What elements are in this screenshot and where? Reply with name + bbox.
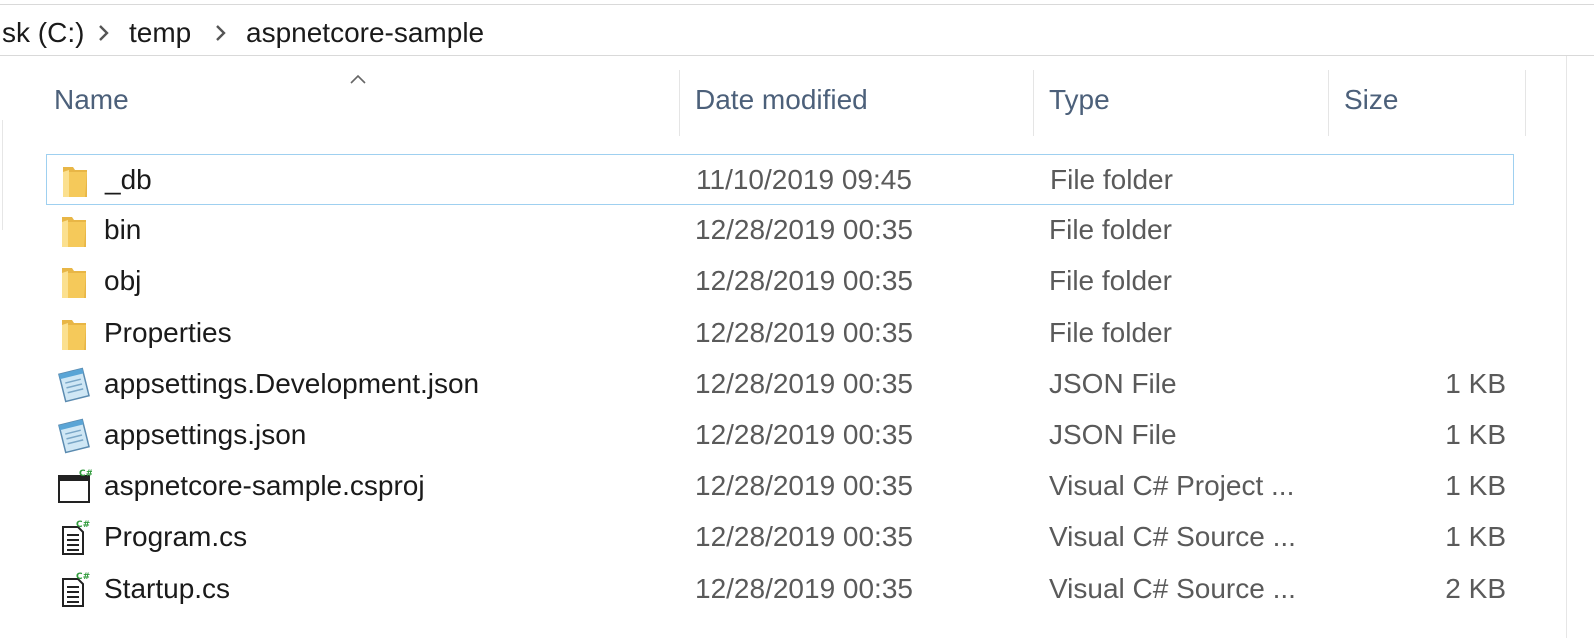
file-name[interactable]: obj xyxy=(104,264,141,298)
breadcrumb-temp[interactable]: temp xyxy=(129,17,191,49)
csproj-icon: C# xyxy=(56,467,92,507)
file-row[interactable]: obj 12/28/2019 00:35 File folder xyxy=(46,256,1514,307)
file-date-modified: 12/28/2019 00:35 xyxy=(695,419,913,450)
file-type: File folder xyxy=(1049,214,1172,246)
file-date-modified: 12/28/2019 00:35 xyxy=(695,367,913,399)
column-header-date-modified[interactable]: Date modified xyxy=(695,84,868,116)
file-size: 1 KB xyxy=(1445,367,1506,399)
breadcrumb-current-folder[interactable]: aspnetcore-sample xyxy=(246,17,484,49)
file-date-modified: 12/28/2019 00:35 xyxy=(695,316,913,348)
file-date-modified: 12/28/2019 00:35 xyxy=(695,214,913,246)
column-divider[interactable] xyxy=(1328,70,1329,136)
cs-file-icon: C# xyxy=(56,518,92,558)
file-name[interactable]: bin xyxy=(104,213,141,247)
file-row[interactable]: appsettings.json 12/28/2019 00:35 JSON Fil… xyxy=(46,410,1514,461)
breadcrumb-drive[interactable]: sk (C:) xyxy=(2,17,84,49)
notepad-icon xyxy=(56,365,92,405)
svg-text:C#: C# xyxy=(76,572,90,582)
folder-icon xyxy=(56,211,92,251)
file-name[interactable]: Program.cs xyxy=(104,520,247,554)
file-name[interactable]: _db xyxy=(105,163,152,197)
folder-icon xyxy=(56,314,92,354)
file-size: 1 KB xyxy=(1445,521,1506,553)
file-type: Visual C# Source ... xyxy=(1049,572,1296,604)
file-type: File folder xyxy=(1049,265,1172,297)
file-type: JSON File xyxy=(1049,419,1177,450)
column-divider[interactable] xyxy=(679,70,680,136)
pane-divider xyxy=(1566,56,1567,638)
file-row[interactable]: C# Startup.cs 12/28/2019 00:35 Visual C# So… xyxy=(46,564,1514,615)
file-row[interactable]: _db 11/10/2019 09:45 File folder xyxy=(46,154,1514,205)
pane-divider xyxy=(2,120,3,230)
file-size: 2 KB xyxy=(1445,572,1506,604)
address-bar[interactable]: sk (C:) temp aspnetcore-sample xyxy=(0,4,1594,56)
column-header-size[interactable]: Size xyxy=(1344,84,1398,116)
sort-ascending-icon xyxy=(348,72,368,84)
file-name[interactable]: aspnetcore-sample.csproj xyxy=(104,469,425,503)
column-divider[interactable] xyxy=(1033,70,1034,136)
file-size: 1 KB xyxy=(1445,470,1506,502)
file-row[interactable]: appsettings.Development.json 12/28/2019 0… xyxy=(46,359,1514,410)
column-divider[interactable] xyxy=(1525,70,1526,136)
cs-file-icon: C# xyxy=(56,570,92,610)
file-type: Visual C# Source ... xyxy=(1049,521,1296,553)
file-row[interactable]: C# Program.cs 12/28/2019 00:35 Visual C# So… xyxy=(46,512,1514,563)
file-row[interactable]: Properties 12/28/2019 00:35 File folder xyxy=(46,308,1514,359)
chevron-right-icon[interactable] xyxy=(97,23,111,43)
file-type: Visual C# Project ... xyxy=(1049,470,1295,502)
file-type: File folder xyxy=(1049,316,1172,348)
folder-icon xyxy=(57,161,93,201)
file-name[interactable]: Startup.cs xyxy=(104,572,230,606)
file-name[interactable]: Properties xyxy=(104,316,232,350)
file-date-modified: 12/28/2019 00:35 xyxy=(695,470,913,502)
chevron-right-icon[interactable] xyxy=(214,23,228,43)
column-header-type[interactable]: Type xyxy=(1049,84,1110,116)
file-name[interactable]: appsettings.Development.json xyxy=(104,367,479,401)
folder-icon xyxy=(56,262,92,302)
file-type: JSON File xyxy=(1049,367,1177,399)
file-row[interactable]: bin 12/28/2019 00:35 File folder xyxy=(46,205,1514,256)
file-date-modified: 12/28/2019 00:35 xyxy=(695,572,913,604)
svg-text:C#: C# xyxy=(76,520,90,530)
file-row[interactable]: C# aspnetcore-sample.csproj 12/28/2019 00:… xyxy=(46,461,1514,512)
notepad-icon xyxy=(56,416,92,456)
svg-text:C#: C# xyxy=(79,469,92,479)
column-header-name[interactable]: Name xyxy=(54,84,129,116)
file-type: File folder xyxy=(1050,164,1173,195)
file-date-modified: 12/28/2019 00:35 xyxy=(695,265,913,297)
file-size: 1 KB xyxy=(1445,419,1506,450)
file-date-modified: 12/28/2019 00:35 xyxy=(695,521,913,553)
file-name[interactable]: appsettings.json xyxy=(104,418,306,452)
file-date-modified: 11/10/2019 09:45 xyxy=(696,164,912,195)
file-list[interactable]: Name Date modified Type Size _db 11/10/20… xyxy=(0,56,1594,638)
